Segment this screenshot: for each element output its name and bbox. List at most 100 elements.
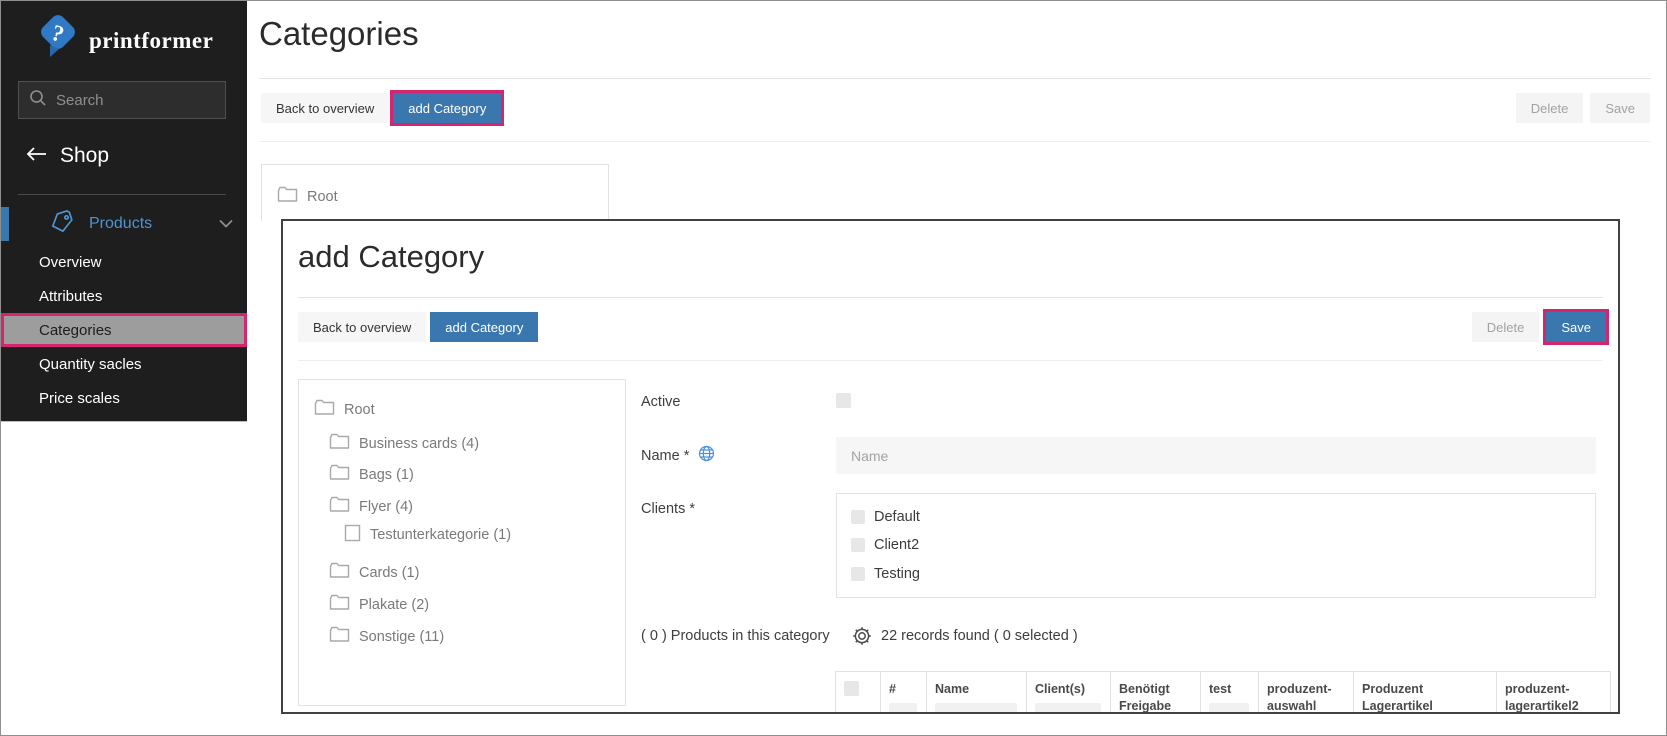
modal-add-category-button[interactable]: add Category bbox=[430, 312, 538, 342]
folder-icon bbox=[329, 496, 350, 517]
sidebar-item-products[interactable]: Products bbox=[1, 206, 247, 242]
folder-icon bbox=[329, 433, 350, 454]
tree-item-bags[interactable]: Bags (1) bbox=[329, 464, 414, 485]
sidebar: ? printformer Shop bbox=[1, 1, 247, 422]
folder-icon bbox=[329, 562, 350, 583]
folder-icon bbox=[329, 594, 350, 615]
client-label: Client2 bbox=[874, 537, 919, 553]
modal-category-tree: Root Business cards (4) Bags (1) Flyer (4) T… bbox=[298, 379, 626, 706]
folder-icon bbox=[329, 626, 350, 647]
sidebar-item-quantity-sacles[interactable]: Quantity sacles bbox=[1, 347, 247, 381]
page-title: Categories bbox=[259, 15, 419, 53]
logo[interactable]: ? printformer bbox=[37, 15, 213, 66]
tree-item-label: Testunterkategorie (1) bbox=[370, 527, 511, 543]
client-checkbox[interactable] bbox=[851, 538, 865, 552]
save-button[interactable]: Save bbox=[1590, 93, 1650, 123]
column-header-label[interactable]: Name bbox=[935, 681, 1018, 698]
active-label: Active bbox=[641, 394, 681, 410]
modal-divider-2 bbox=[298, 360, 1603, 361]
tree-item-label: Plakate (2) bbox=[359, 597, 429, 613]
add-category-modal: add Category Back to overview add Catego… bbox=[281, 219, 1620, 714]
tree-item-label: Flyer (4) bbox=[359, 499, 413, 515]
column-filter-select[interactable] bbox=[1035, 703, 1101, 714]
tree-item-label: Root bbox=[344, 402, 375, 418]
column-filter-input[interactable] bbox=[889, 703, 917, 714]
client-checkbox[interactable] bbox=[851, 567, 865, 581]
column-header-label[interactable]: # bbox=[889, 681, 918, 698]
table-column-client-s-: Client(s) bbox=[1027, 672, 1111, 714]
table-column-produzent-auswahl: produzent-auswahl bbox=[1259, 672, 1354, 714]
tree-item-flyer[interactable]: Flyer (4) bbox=[329, 496, 413, 517]
shop-label: Shop bbox=[60, 144, 109, 168]
table-column-produzent-lagerartikel2: produzent-lagerartikel2 bbox=[1497, 672, 1611, 714]
active-checkbox[interactable] bbox=[836, 393, 851, 408]
client-checkbox[interactable] bbox=[851, 510, 865, 524]
column-header-label[interactable]: Produzent Lagerartikel bbox=[1362, 681, 1488, 714]
table-column-produzent-lagerartikel: Produzent Lagerartikel bbox=[1354, 672, 1497, 714]
tree-item-label: Cards (1) bbox=[359, 565, 419, 581]
column-header-label[interactable]: Client(s) bbox=[1035, 681, 1102, 698]
products-submenu: OverviewAttributesCategoriesQuantity sac… bbox=[1, 245, 247, 415]
column-header-label[interactable]: produzent-lagerartikel2 bbox=[1505, 681, 1602, 714]
folder-icon bbox=[277, 186, 298, 207]
sidebar-item-price-scales[interactable]: Price scales bbox=[1, 381, 247, 415]
sidebar-search bbox=[18, 81, 226, 119]
records-found-text: 22 records found ( 0 selected ) bbox=[881, 628, 1078, 644]
back-to-shop[interactable]: Shop bbox=[26, 144, 109, 168]
column-header-label[interactable]: produzent-auswahl bbox=[1267, 681, 1345, 714]
tree-item-label: Sonstige (11) bbox=[359, 629, 444, 645]
products-label: Products bbox=[89, 215, 152, 233]
name-label-row: Name * bbox=[641, 445, 715, 466]
tree-item-label: Business cards (4) bbox=[359, 436, 479, 452]
select-all-checkbox[interactable] bbox=[844, 681, 859, 696]
tree-item-root[interactable]: Root bbox=[314, 399, 375, 420]
tree-item-root[interactable]: Root bbox=[277, 186, 338, 207]
app-window: ? printformer Shop bbox=[0, 0, 1667, 736]
tag-icon bbox=[49, 210, 75, 239]
tree-item-sonstige[interactable]: Sonstige (11) bbox=[329, 626, 444, 647]
name-label: Name * bbox=[641, 448, 689, 464]
back-to-overview-button[interactable]: Back to overview bbox=[261, 93, 389, 123]
records-row: 22 records found ( 0 selected ) 25 Per p… bbox=[641, 621, 1620, 653]
sidebar-item-categories[interactable]: Categories bbox=[1, 313, 247, 347]
active-section-indicator bbox=[1, 207, 9, 241]
folder-icon bbox=[314, 399, 335, 420]
search-icon bbox=[29, 89, 47, 112]
sidebar-item-attributes[interactable]: Attributes bbox=[1, 279, 247, 313]
sidebar-item-overview[interactable]: Overview bbox=[1, 245, 247, 279]
arrow-left-icon bbox=[26, 144, 48, 168]
table-column-select bbox=[836, 672, 881, 714]
table-column-ben-tigt-freigabe: Benötigt Freigabe bbox=[1111, 672, 1201, 714]
tree-item-label: Root bbox=[307, 189, 338, 205]
modal-back-to-overview-button[interactable]: Back to overview bbox=[298, 312, 426, 342]
logo-text: printformer bbox=[89, 28, 213, 54]
tree-item-business[interactable]: Business cards (4) bbox=[329, 433, 479, 454]
sidebar-divider bbox=[18, 194, 226, 195]
page-divider bbox=[259, 78, 1651, 79]
client-label: Testing bbox=[874, 566, 920, 582]
tree-item-testunterkategorie[interactable]: Testunterkategorie (1) bbox=[344, 524, 511, 546]
printformer-logo-icon: ? bbox=[37, 15, 79, 66]
modal-divider bbox=[298, 297, 1603, 298]
column-filter-input[interactable] bbox=[935, 703, 1017, 714]
column-filter-input[interactable] bbox=[1209, 703, 1249, 714]
modal-delete-button[interactable]: Delete bbox=[1472, 312, 1540, 342]
modal-save-button[interactable]: Save bbox=[1546, 312, 1606, 342]
products-table: # Name Client(s) Benötigt Freigabe test produ… bbox=[835, 671, 1611, 714]
globe-icon[interactable] bbox=[698, 445, 715, 466]
add-category-button[interactable]: add Category bbox=[393, 93, 501, 123]
table-column-test: test bbox=[1201, 672, 1259, 714]
tree-item-cards[interactable]: Cards (1) bbox=[329, 562, 419, 583]
column-header-label[interactable]: Benötigt Freigabe bbox=[1119, 681, 1192, 714]
tree-item-plakate[interactable]: Plakate (2) bbox=[329, 594, 429, 615]
gear-icon[interactable] bbox=[851, 625, 873, 652]
clients-box: DefaultClient2Testing bbox=[836, 493, 1596, 598]
name-input[interactable] bbox=[836, 437, 1596, 474]
modal-title: add Category bbox=[298, 239, 484, 275]
search-input[interactable] bbox=[56, 92, 255, 109]
column-header-label[interactable]: test bbox=[1209, 681, 1250, 698]
client-option-client2: Client2 bbox=[851, 537, 1581, 553]
delete-button[interactable]: Delete bbox=[1516, 93, 1584, 123]
table-column--: # bbox=[881, 672, 927, 714]
folder-icon bbox=[329, 464, 350, 485]
